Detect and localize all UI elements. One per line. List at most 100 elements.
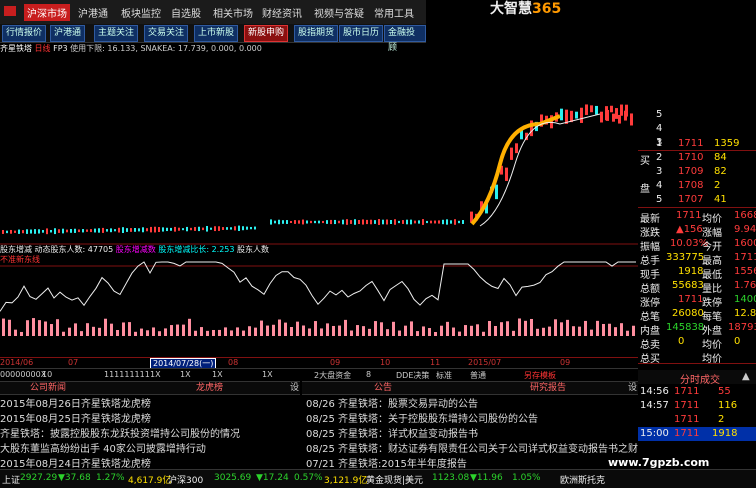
candle (126, 228, 128, 232)
tab-ipo-subscription[interactable]: 新股申购 (244, 25, 289, 42)
candle (202, 227, 204, 231)
volume-bar (260, 320, 263, 336)
settings-button[interactable]: 设 (628, 382, 637, 394)
nav-video-qa[interactable]: 视频与答疑 (314, 5, 364, 20)
stat-value: 1918 (678, 266, 704, 277)
volume-bar (356, 325, 359, 336)
index-name[interactable]: 欧洲斯托克 (560, 473, 605, 486)
indicator-tab[interactable]: 1X (150, 370, 161, 379)
announcement-item[interactable]: 08/25 齐星铁塔：关于控股股东增持公司股份的公告 (306, 410, 638, 425)
volume-bar (452, 327, 455, 336)
stat-row: 总卖 0 均价 0 (638, 335, 756, 351)
volume-bar (176, 324, 179, 336)
candle (170, 227, 172, 231)
tab-index-futures[interactable]: 股指期货 (294, 25, 339, 42)
tab-quotes[interactable]: 行情报价 (2, 25, 47, 42)
indicator-tab[interactable]: 00000000X (0, 370, 46, 379)
announcement-item[interactable]: 08/25 齐星铁塔：财达证券有限责任公司关于公司详式权益变动报告书之财 (306, 440, 638, 455)
index-percent: 1.27% (96, 473, 125, 483)
ticks-expand-button[interactable]: ▲ (742, 371, 750, 382)
candle (106, 229, 108, 232)
nav-sector-monitor[interactable]: 板块监控 (121, 5, 161, 20)
bid-level: 3 (656, 166, 663, 177)
kline-chart[interactable] (0, 54, 638, 356)
candle (218, 226, 220, 231)
candle (290, 220, 292, 224)
candle (22, 230, 24, 234)
candle (430, 220, 432, 224)
volume-bar (470, 325, 473, 336)
volume-bar (314, 321, 317, 336)
announcement-text: 齐星铁塔：财达证券有限责任公司关于公司详式权益变动报告书之财 (338, 444, 638, 455)
stat-row: 总买 均价 (638, 349, 756, 365)
nav-watchlist[interactable]: 自选股 (171, 5, 201, 20)
candle (118, 227, 120, 233)
volume-bar (8, 319, 11, 336)
announcement-item[interactable]: 07/21 齐星铁塔:2015年半年度报告 (306, 455, 638, 470)
tab-finance-advisor[interactable]: 金融投顾 (384, 25, 426, 53)
nav-common-tools[interactable]: 常用工具 (374, 5, 414, 20)
tab-research-reports[interactable]: 研究报告 (530, 382, 566, 394)
news-item[interactable]: 2015年08月25日齐星铁塔龙虎榜 (0, 410, 300, 425)
tab-announcements[interactable]: 公告 (374, 382, 392, 394)
tick-row-selected[interactable]: 15:00 1711 1918 (638, 427, 756, 441)
candle (282, 220, 284, 224)
tab-stock-calendar[interactable]: 股市日历 (339, 25, 384, 42)
indicator-tab[interactable]: 标准 (436, 370, 452, 381)
stat-value: 12.8 (734, 308, 756, 319)
ask-row: 4 (638, 122, 756, 136)
indicator-name[interactable]: FP3 (53, 44, 68, 53)
index-name[interactable]: 沪深300 (168, 473, 203, 486)
nav-shanghai-shenzhen-market[interactable]: 沪深市场 (24, 4, 70, 21)
tab-hk-connect[interactable]: 沪港通 (50, 25, 86, 42)
tab-dragon-tiger-list[interactable]: 龙虎榜 (196, 382, 223, 394)
indicator-tab[interactable]: 1X (262, 370, 273, 379)
stat-value: 1400 (734, 294, 756, 305)
stat-label: 总买 (640, 354, 660, 365)
candle (114, 229, 116, 232)
indicator-tab[interactable]: DDE决策 (396, 370, 429, 381)
tab-trade-focus[interactable]: 交易关注 (144, 25, 189, 42)
news-item[interactable]: 2015年08月24日齐星铁塔龙虎榜 (0, 455, 300, 470)
index-name[interactable]: 上证 (2, 473, 20, 486)
indicator-tab[interactable]: 2大盘资金 (314, 370, 351, 381)
nav-finance-news[interactable]: 财经资讯 (262, 5, 302, 20)
bid-level: 2 (656, 152, 663, 163)
tab-company-news[interactable]: 公司新闻 (30, 382, 66, 394)
x-tick: 09 (560, 358, 571, 367)
indicator-tab[interactable]: 1X (212, 370, 223, 379)
volume-bar (602, 323, 605, 336)
x-tick: 10 (380, 358, 391, 367)
volume-bar (74, 323, 77, 336)
indicator-tab-save-template[interactable]: 另存模板 (524, 370, 556, 381)
candle (138, 228, 140, 232)
news-item[interactable]: 齐星铁塔：披露控股股东龙跃投资增持公司股份的情况 (0, 425, 300, 440)
news-item[interactable]: 大股东董监高纷纷出手 40家公司披露增持行动 (0, 440, 300, 455)
indicator-tab[interactable]: 111111111 (104, 370, 150, 379)
indicator-tab[interactable]: 1X (180, 370, 191, 379)
indicator-tab[interactable]: 普通 (470, 370, 486, 381)
candle (174, 226, 176, 232)
news-item[interactable]: 2015年08月26日齐星铁塔龙虎榜 (0, 395, 300, 410)
candle (505, 167, 508, 181)
indicator-tab[interactable]: 10 (42, 370, 52, 379)
candle (74, 228, 76, 233)
index-turnover: 4,617.9亿 (128, 476, 172, 486)
announcement-item[interactable]: 08/26 齐星铁塔：股票交易异动的公告 (306, 395, 638, 410)
announcement-item[interactable]: 08/25 齐星铁塔：详式权益变动报告书 (306, 425, 638, 440)
bid-row: 3 1709 82 (638, 165, 756, 179)
candle (434, 220, 436, 224)
bid-volume: 82 (714, 166, 727, 177)
nav-related-markets[interactable]: 相关市场 (213, 5, 253, 20)
candle (2, 229, 4, 234)
tab-new-listings[interactable]: 上市新股 (194, 25, 239, 42)
nav-hk-connect[interactable]: 沪港通 (78, 5, 108, 20)
indicator-tab[interactable]: 8 (366, 370, 371, 379)
index-name[interactable]: 黄金现货|美元 (366, 473, 423, 486)
candle (166, 227, 168, 232)
candle (618, 114, 621, 124)
index-change: ▼17.24 (256, 473, 289, 483)
settings-button[interactable]: 设 (290, 382, 299, 394)
chart-period[interactable]: 日线 (35, 44, 51, 53)
tab-theme-focus[interactable]: 主题关注 (94, 25, 139, 42)
